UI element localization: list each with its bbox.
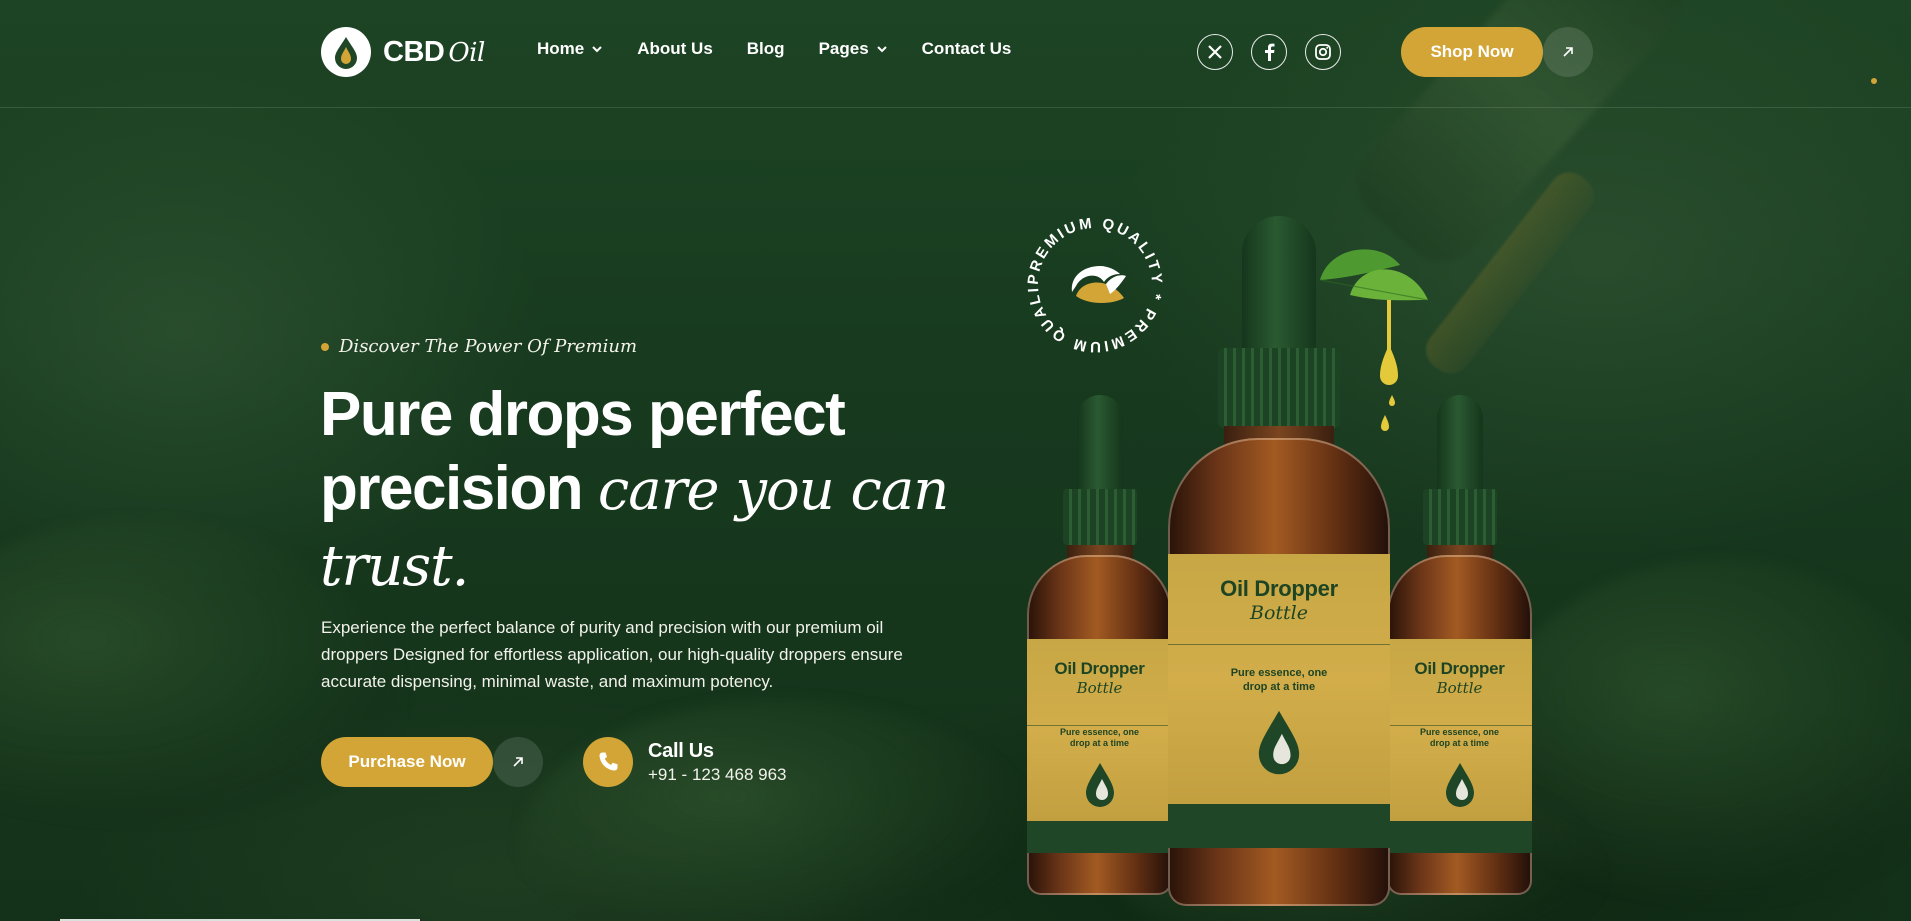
small-bottle-right: Oil Dropper Bottle Pure essence, one dro… <box>1387 395 1532 895</box>
hero-title: Pure drops perfect precision care you ca… <box>320 380 949 599</box>
nav-item-about[interactable]: About Us <box>637 39 713 59</box>
phone-number[interactable]: +91 - 123 468 963 <box>648 765 786 785</box>
hero-tagline: Discover The Power Of Premium <box>321 336 637 357</box>
premium-quality-badge: PREMIUM QUALITY * PREMIUM QUALITY * <box>1020 210 1165 355</box>
brand-name: CBD Oil <box>383 35 485 68</box>
arrow-up-right-icon <box>1563 47 1573 57</box>
instagram-icon[interactable] <box>1305 34 1341 70</box>
product-title: Oil Dropper <box>1414 659 1505 678</box>
tagline-dot <box>321 342 329 351</box>
decorative-dot <box>1871 78 1877 84</box>
facebook-icon[interactable] <box>1251 34 1287 70</box>
purchase-now-button[interactable]: Purchase Now <box>321 737 493 787</box>
phone-icon[interactable] <box>583 737 633 787</box>
product-subtitle: Bottle <box>1250 602 1308 624</box>
arrow-up-right-icon <box>513 757 523 767</box>
brand-logo[interactable]: CBD Oil <box>321 27 485 77</box>
call-us-title: Call Us <box>648 739 714 762</box>
shop-now-arrow-button[interactable] <box>1543 27 1593 77</box>
product-title: Oil Dropper <box>1054 659 1145 678</box>
oil-drop-icon <box>1085 763 1114 807</box>
nav-item-home[interactable]: Home <box>537 39 603 59</box>
chevron-down-icon <box>876 43 888 55</box>
leaf-and-oil-drops <box>1319 249 1429 431</box>
small-bottle-left: Oil Dropper Bottle Pure essence, one dro… <box>1027 395 1172 895</box>
oil-drop-logo-icon <box>321 27 371 77</box>
product-title: Oil Dropper <box>1220 576 1338 601</box>
x-icon[interactable] <box>1197 34 1233 70</box>
svg-text:PREMIUM QUALITY * PREMIUM QUAL: PREMIUM QUALITY * PREMIUM QUALITY * <box>1020 210 1165 355</box>
oil-drop-icon <box>1258 710 1300 775</box>
site-header: CBD Oil Home About Us Blog Pages Contact … <box>0 0 1911 108</box>
nav-item-blog[interactable]: Blog <box>747 39 785 59</box>
call-us-block: Call Us +91 - 123 468 963 <box>583 737 786 787</box>
nav-item-pages[interactable]: Pages <box>819 39 888 59</box>
purchase-arrow-button[interactable] <box>493 737 543 787</box>
nav-item-contact[interactable]: Contact Us <box>922 39 1012 59</box>
oil-drop-icon <box>1445 763 1474 807</box>
product-subtitle: Bottle <box>1436 679 1483 697</box>
shop-now-button[interactable]: Shop Now <box>1401 27 1543 77</box>
product-subtitle: Bottle <box>1076 679 1123 697</box>
leaf-drop-badge-icon <box>1071 266 1126 303</box>
social-links <box>1197 34 1359 70</box>
main-nav: Home About Us Blog Pages Contact Us <box>537 39 1045 59</box>
hero-description: Experience the perfect balance of purity… <box>321 618 903 691</box>
chevron-down-icon <box>591 43 603 55</box>
